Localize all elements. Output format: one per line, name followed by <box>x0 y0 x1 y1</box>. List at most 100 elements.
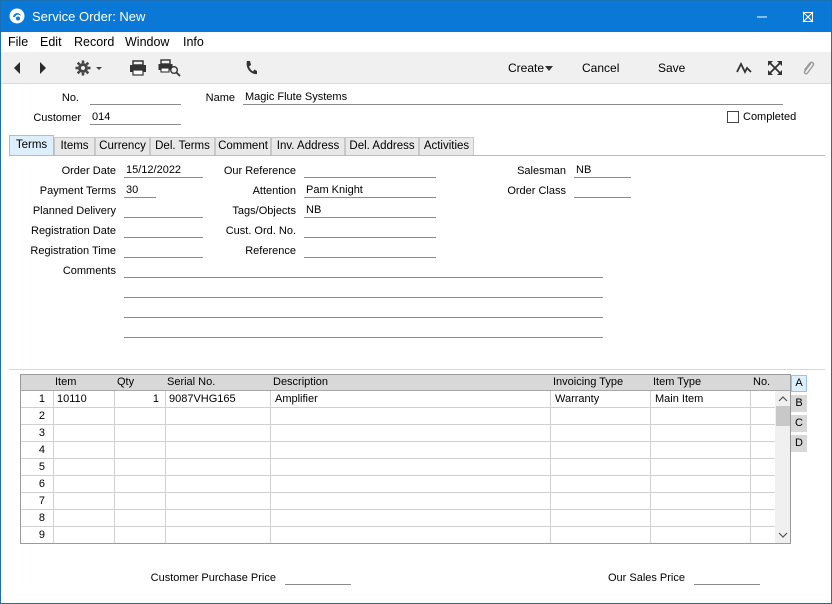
settings-menu-button[interactable] <box>73 52 107 84</box>
expand-button[interactable] <box>765 52 785 84</box>
our-reference-field[interactable] <box>304 164 436 178</box>
activity-button[interactable] <box>734 52 754 84</box>
menu-window[interactable]: Window <box>125 35 169 49</box>
cell-invoicing-type[interactable]: Warranty <box>555 391 599 408</box>
grid-tab-a[interactable]: A <box>791 375 807 392</box>
column-header-item[interactable]: Item <box>55 376 76 388</box>
table-row[interactable]: 3 <box>21 425 775 442</box>
grid-tab-b[interactable]: B <box>791 395 807 412</box>
cust-ord-no-field[interactable] <box>304 224 436 238</box>
salesman-field[interactable]: NB <box>574 164 631 178</box>
table-row[interactable]: 6 <box>21 476 775 493</box>
table-row[interactable]: 5 <box>21 459 775 476</box>
tab-comment[interactable]: Comment <box>215 137 271 156</box>
column-header-no[interactable]: No. <box>753 376 770 388</box>
reference-field[interactable] <box>304 244 436 258</box>
attention-field[interactable]: Pam Knight <box>304 184 436 198</box>
attachment-button[interactable] <box>798 52 818 84</box>
planned-delivery-label: Planned Delivery <box>32 205 116 217</box>
cell-qty[interactable]: 1 <box>117 391 159 408</box>
planned-delivery-field[interactable] <box>124 204 203 218</box>
no-label: No. <box>61 92 79 104</box>
menu-info[interactable]: Info <box>183 35 204 49</box>
table-row[interactable]: 9 <box>21 527 775 543</box>
tab-currency[interactable]: Currency <box>95 137 150 156</box>
table-row[interactable]: 8 <box>21 510 775 527</box>
previous-record-button[interactable] <box>7 52 27 84</box>
tab-del-terms[interactable]: Del. Terms <box>150 137 215 156</box>
column-header-qty[interactable]: Qty <box>117 376 134 388</box>
tab-inv-address[interactable]: Inv. Address <box>271 137 345 156</box>
create-menu-button[interactable]: Create <box>508 61 544 75</box>
attention-label: Attention <box>252 185 296 197</box>
table-row[interactable]: 4 <box>21 442 775 459</box>
registration-date-field[interactable] <box>124 224 203 238</box>
grid-tab-d[interactable]: D <box>791 435 807 452</box>
cell-item-type[interactable]: Main Item <box>655 391 703 408</box>
payment-terms-field[interactable]: 30 <box>124 184 156 198</box>
order-class-field[interactable] <box>574 184 631 198</box>
cell-qty[interactable] <box>117 425 159 442</box>
scroll-down-icon[interactable] <box>775 530 791 540</box>
cell-serial[interactable]: 9087VHG165 <box>169 391 236 408</box>
scroll-up-icon[interactable] <box>775 394 791 404</box>
phone-icon <box>246 61 257 75</box>
completed-label: Completed <box>743 111 797 123</box>
tags-objects-field[interactable]: NB <box>304 204 436 218</box>
row-number: 8 <box>38 512 45 524</box>
tab-del-address[interactable]: Del. Address <box>345 137 419 156</box>
table-row[interactable]: 1 10110 1 9087VHG165 Amplifier Warranty Main I… <box>21 391 775 408</box>
completed-checkbox[interactable] <box>727 111 739 123</box>
customer-purchase-price-field[interactable] <box>285 571 351 585</box>
save-button[interactable]: Save <box>658 61 685 75</box>
cell-qty[interactable] <box>117 510 159 527</box>
our-reference-label: Our Reference <box>223 165 296 177</box>
cell-item[interactable]: 10110 <box>57 391 87 408</box>
comments-line <box>124 337 603 338</box>
registration-time-field[interactable] <box>124 244 203 258</box>
column-header-item-type[interactable]: Item Type <box>653 376 701 388</box>
cell-description[interactable]: Amplifier <box>275 391 318 408</box>
name-field[interactable]: Magic Flute Systems <box>243 91 783 105</box>
grid-scrollbar[interactable] <box>775 391 791 543</box>
tab-items[interactable]: Items <box>54 137 95 156</box>
comments-field[interactable] <box>124 263 603 339</box>
window-title: Service Order: New <box>32 9 146 24</box>
table-row[interactable]: 7 <box>21 493 775 510</box>
menu-file[interactable]: File <box>8 35 28 49</box>
cancel-button[interactable]: Cancel <box>582 61 619 75</box>
order-date-field[interactable]: 15/12/2022 <box>124 164 203 178</box>
no-field[interactable] <box>90 91 181 105</box>
payment-terms-label: Payment Terms <box>39 185 116 197</box>
tab-terms[interactable]: Terms <box>9 135 54 156</box>
menu-edit[interactable]: Edit <box>40 35 62 49</box>
print-preview-button[interactable] <box>157 52 181 84</box>
cell-qty[interactable] <box>117 442 159 459</box>
cell-qty[interactable] <box>117 459 159 476</box>
column-header-invoicing-type[interactable]: Invoicing Type <box>553 376 623 388</box>
cell-qty[interactable] <box>117 408 159 425</box>
name-label: Name <box>205 92 235 104</box>
scroll-thumb[interactable] <box>776 406 790 426</box>
next-record-button[interactable] <box>33 52 53 84</box>
customer-field[interactable]: 014 <box>90 111 181 125</box>
call-button[interactable] <box>241 52 261 84</box>
grid-header: Item Qty Serial No. Description Invoicin… <box>21 375 790 391</box>
tab-activities[interactable]: Activities <box>419 137 474 156</box>
arrow-right-icon <box>40 62 46 74</box>
column-header-description[interactable]: Description <box>273 376 328 388</box>
column-header-serial-no[interactable]: Serial No. <box>167 376 215 388</box>
gear-icon <box>75 60 102 76</box>
grid-tab-c[interactable]: C <box>791 415 807 432</box>
cell-qty[interactable] <box>117 476 159 493</box>
cell-qty[interactable] <box>117 527 159 543</box>
comments-line <box>124 297 603 298</box>
close-button[interactable] <box>785 1 831 32</box>
our-sales-price-field[interactable] <box>694 571 760 585</box>
menu-record[interactable]: Record <box>74 35 114 49</box>
table-row[interactable]: 2 <box>21 408 775 425</box>
tags-objects-label: Tags/Objects <box>232 205 296 217</box>
print-button[interactable] <box>127 52 149 84</box>
row-number: 4 <box>38 444 45 456</box>
cell-qty[interactable] <box>117 493 159 510</box>
